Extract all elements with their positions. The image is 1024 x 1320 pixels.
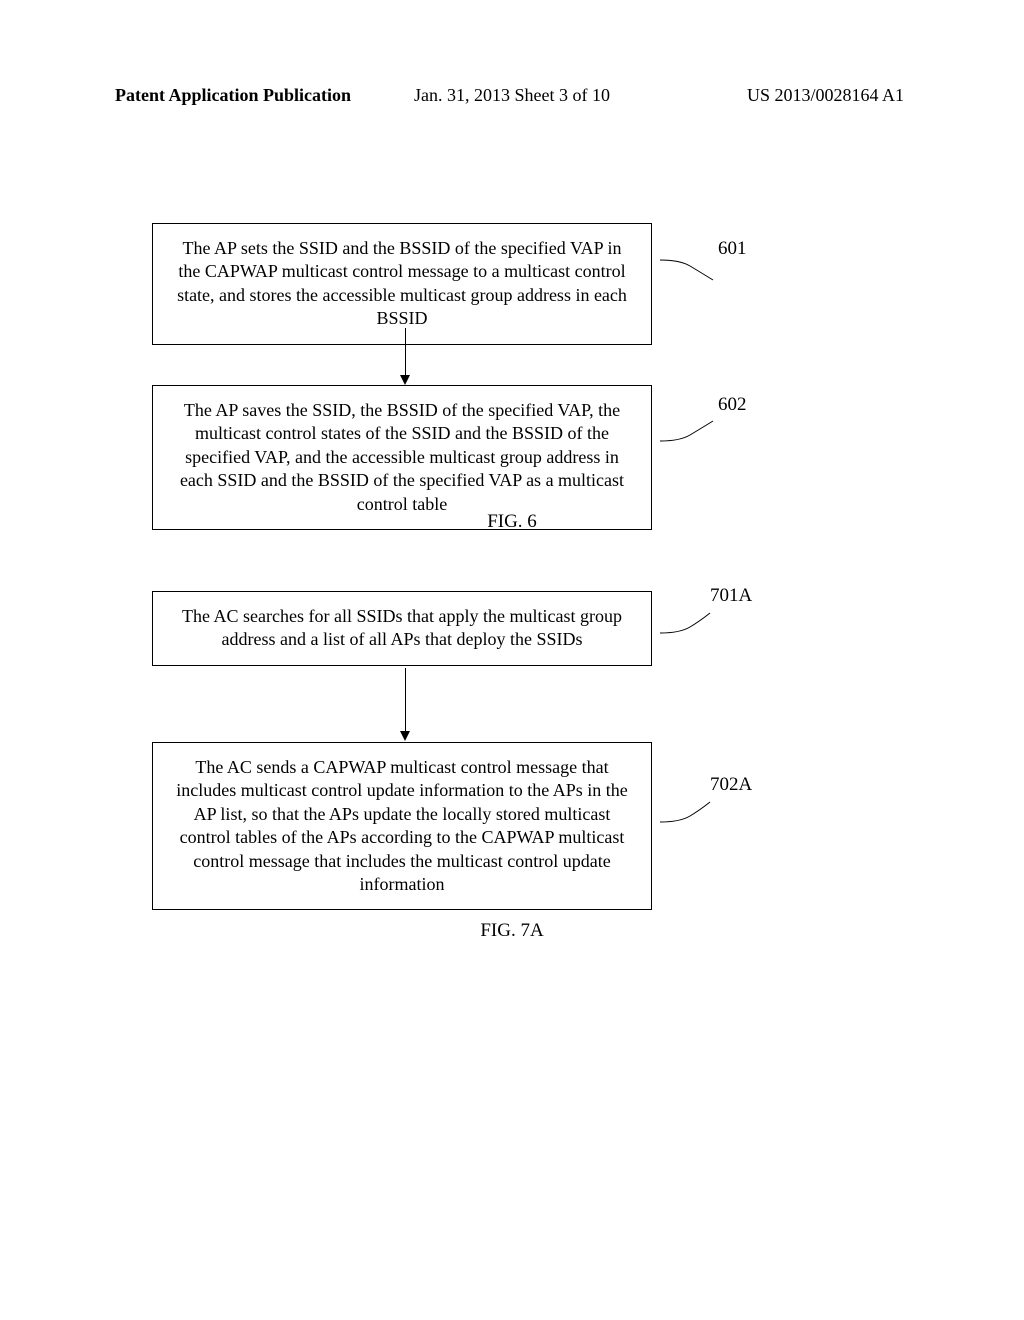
fig7a-ref-number-1: 701A (710, 585, 752, 607)
fig6-step-box-1: The AP sets the SSID and the BSSID of th… (152, 223, 652, 345)
fig7a-step-box-1: The AC searches for all SSIDs that apply… (152, 591, 652, 666)
fig6-step1-text: The AP sets the SSID and the BSSID of th… (177, 238, 627, 328)
fig6-step-box-2: The AP saves the SSID, the BSSID of the … (152, 385, 652, 530)
fig6-caption: FIG. 6 (487, 511, 537, 533)
fig6-step2-text: The AP saves the SSID, the BSSID of the … (180, 400, 624, 514)
fig6-ref-bracket-1 (660, 248, 715, 283)
header-right-text: US 2013/0028164 A1 (747, 85, 904, 106)
fig6-arrow (400, 328, 410, 385)
fig7a-ref-number-2: 702A (710, 774, 752, 796)
fig7a-arrow (400, 668, 410, 741)
fig7a-ref-bracket-1 (660, 605, 715, 640)
fig6-ref-bracket-2 (660, 413, 715, 448)
fig7a-step1-text: The AC searches for all SSIDs that apply… (182, 606, 622, 649)
fig6-ref-number-2: 602 (718, 394, 747, 416)
fig7a-step-box-2: The AC sends a CAPWAP multicast control … (152, 742, 652, 910)
page-header: Patent Application Publication Jan. 31, … (0, 85, 1024, 106)
fig7a-caption: FIG. 7A (480, 920, 543, 942)
header-center-text: Jan. 31, 2013 Sheet 3 of 10 (414, 85, 610, 106)
header-left-text: Patent Application Publication (115, 85, 351, 106)
fig6-ref-number-1: 601 (718, 238, 747, 260)
fig7a-step2-text: The AC sends a CAPWAP multicast control … (176, 757, 627, 894)
fig7a-ref-bracket-2 (660, 794, 715, 829)
